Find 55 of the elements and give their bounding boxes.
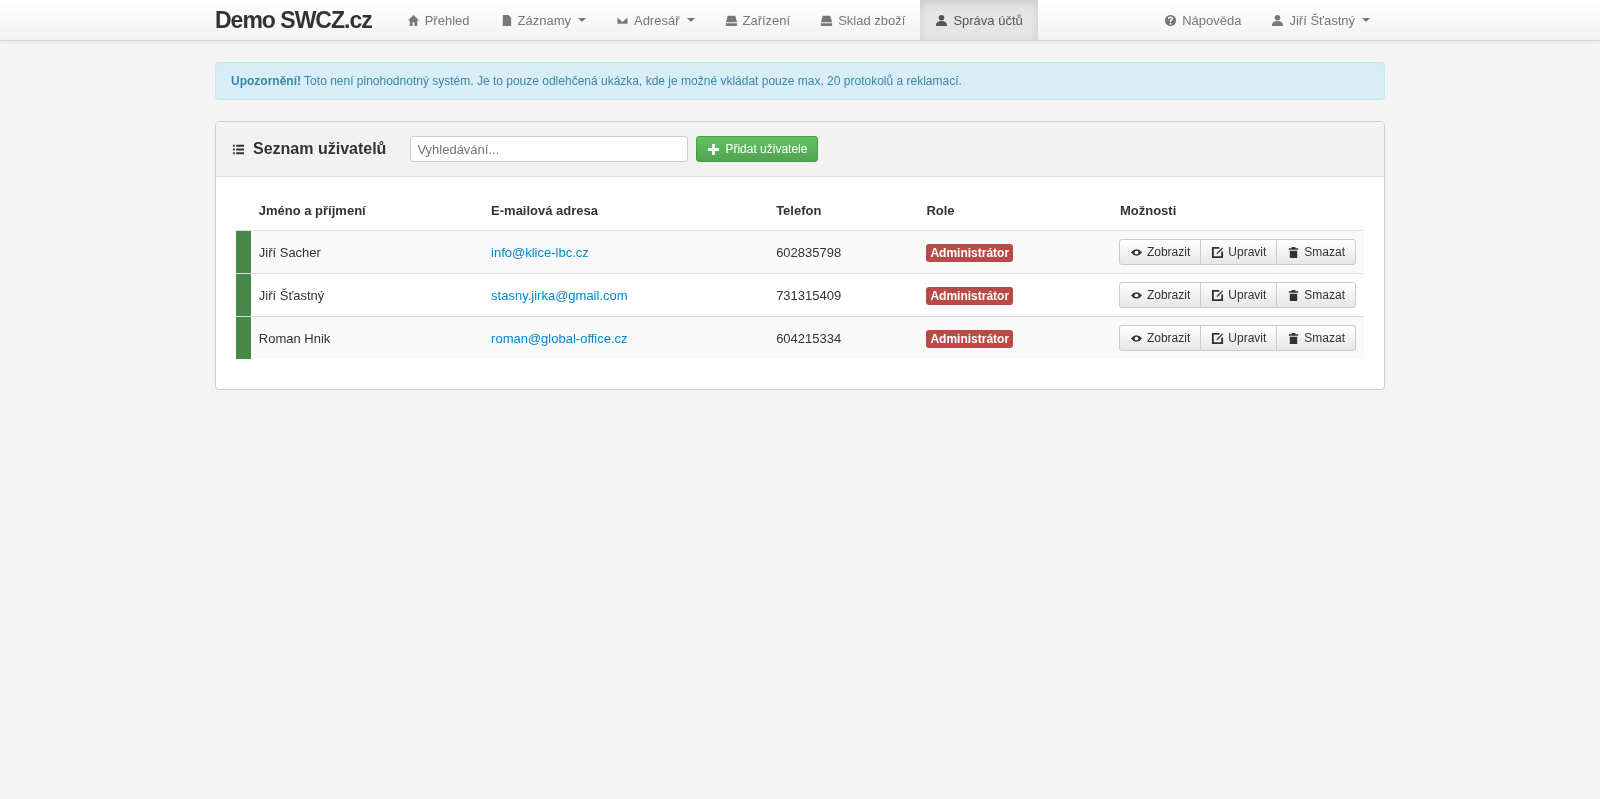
panel-title: Seznam uživatelů [253,140,387,158]
action-button[interactable]: Smazat [1276,325,1356,351]
role-badge: Administrátor [926,243,1014,262]
nav-item[interactable]: Přehled [391,0,485,40]
drive-icon [820,13,834,27]
help-icon [1164,13,1178,27]
column-header: Telefon [768,191,919,231]
nav-item[interactable]: Správa účtů [920,0,1038,40]
table-cell: 602835798 [776,244,842,260]
caret-icon [1362,18,1370,22]
user-icon [935,13,949,27]
action-button[interactable]: Smazat [1276,239,1356,265]
table-cell: Jiří Šťastný [258,287,325,303]
brand-logo[interactable]: Demo SWCZ.cz [215,0,392,40]
action-button[interactable]: Zobrazit [1118,282,1202,308]
column-header: Možnosti [1111,191,1364,231]
list-icon [232,142,245,156]
nav-item[interactable]: Nápověda [1149,0,1257,40]
action-button[interactable]: Upravit [1200,239,1278,265]
role-badge: Administrátor [926,329,1014,348]
home-icon [406,13,420,27]
email-link[interactable]: stasny.jirka@gmail.com [491,287,628,303]
column-header: Role [918,191,1112,231]
caret-icon [577,18,586,22]
drive-icon [724,13,738,27]
table-cell: Roman Hnik [258,330,331,346]
email-link[interactable]: info@klice-lbc.cz [491,244,589,260]
action-button[interactable]: Upravit [1200,325,1278,351]
column-header: Jméno a příjmení [250,191,484,231]
nav-item[interactable]: Zařízení [709,0,806,40]
trash-icon [1287,288,1301,302]
action-button[interactable]: Zobrazit [1118,239,1202,265]
nav-item[interactable]: Sklad zboží [805,0,921,40]
plus-icon [707,142,721,156]
trash-icon [1287,245,1301,259]
action-button[interactable]: Zobrazit [1118,325,1202,351]
edit-icon [1211,331,1225,345]
table-cell: 731315409 [776,287,842,303]
edit-icon [1211,288,1225,302]
table-cell: Jiří Sacher [258,244,321,260]
edit-icon [1211,245,1225,259]
caret-icon [686,18,695,22]
column-header: E-mailová adresa [483,191,769,231]
nav-item[interactable]: Adresář [600,0,710,40]
action-button[interactable]: Smazat [1276,282,1356,308]
table-cell: 604215334 [776,330,842,346]
trash-icon [1287,331,1301,345]
search-field[interactable]: Vyhledávání... [410,136,689,162]
nav-item[interactable]: Jiří Šťastný [1256,0,1385,40]
nav-item[interactable]: Záznamy [484,0,601,40]
role-badge: Administrátor [926,286,1014,305]
email-link[interactable]: roman@global-office.cz [491,330,628,346]
user-icon [1271,13,1285,27]
action-button[interactable]: Upravit [1200,282,1278,308]
warning-alert: Upozornění! Toto není plnohodnotný systém. Je to pouze odlehčená ukázka, kde je možné vkládat pouze max. 20 protokolů a reklamací. [215,62,1385,100]
